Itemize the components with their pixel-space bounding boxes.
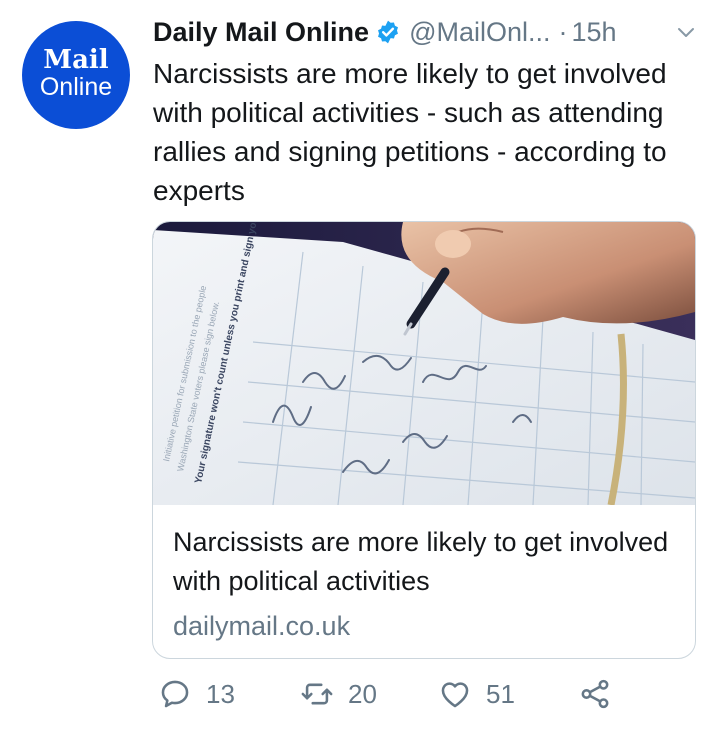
tweet-header: Daily Mail Online @MailOnl... · 15h <box>153 14 698 50</box>
author-name[interactable]: Daily Mail Online <box>153 17 369 48</box>
chevron-down-icon[interactable] <box>674 20 698 44</box>
reply-count: 13 <box>206 678 235 709</box>
verified-icon <box>378 20 399 44</box>
reply-icon <box>161 680 189 708</box>
author-handle[interactable]: @MailOnl... <box>409 17 550 48</box>
tweet-text: Narcissists are more likely to get invol… <box>153 58 667 206</box>
like-button[interactable]: 51 <box>438 677 515 711</box>
like-icon <box>441 682 469 708</box>
retweet-count: 20 <box>348 678 377 709</box>
separator-dot: · <box>558 16 568 47</box>
tweet-actions: 13 20 51 <box>150 677 710 717</box>
reply-button[interactable]: 13 <box>158 677 235 711</box>
retweet-button[interactable]: 20 <box>300 677 377 711</box>
link-card[interactable]: Washington State voters please sign belo… <box>152 221 696 659</box>
card-image: Washington State voters please sign belo… <box>153 222 695 505</box>
avatar[interactable]: Mail Online <box>22 21 130 129</box>
share-button[interactable] <box>578 677 612 711</box>
card-domain: dailymail.co.uk <box>173 611 351 641</box>
share-icon <box>581 679 609 709</box>
retweet-icon <box>301 683 333 705</box>
avatar-logo-line2: Online <box>39 73 113 101</box>
avatar-logo-line1: Mail <box>43 45 109 75</box>
tweet-time[interactable]: 15h <box>572 17 617 48</box>
card-title: Narcissists are more likely to get invol… <box>173 527 669 596</box>
like-count: 51 <box>486 678 515 709</box>
